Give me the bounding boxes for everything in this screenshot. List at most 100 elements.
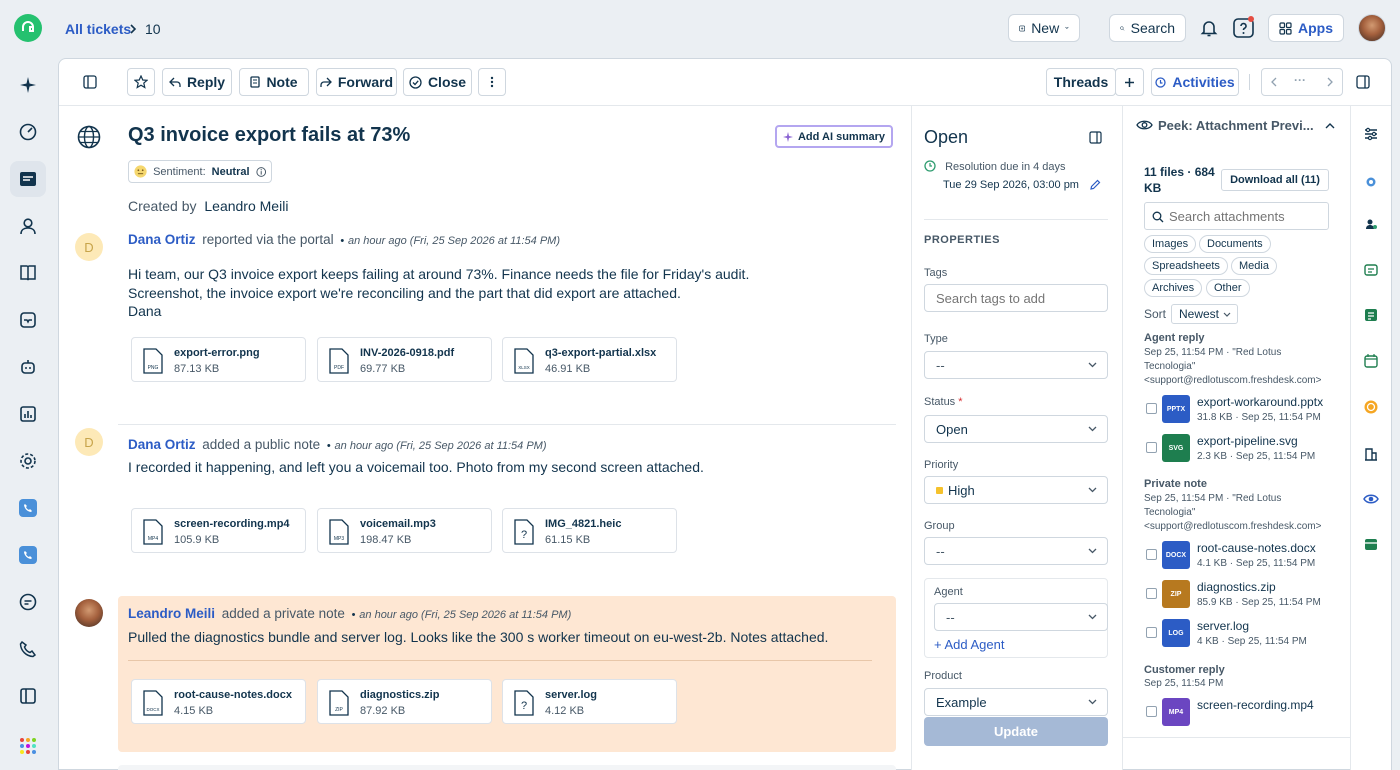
attachment-search-input[interactable] xyxy=(1169,207,1324,225)
collapse-peek-icon[interactable] xyxy=(1325,122,1335,129)
nav-analytics-icon[interactable] xyxy=(10,396,46,432)
author-name[interactable]: Dana Ortiz xyxy=(128,437,196,452)
ai-summary-button[interactable]: Add AI summary xyxy=(775,125,893,148)
rail-coin-icon[interactable] xyxy=(1363,399,1379,415)
attachment-card[interactable]: PNG export-error.png 87.13 KB xyxy=(131,337,306,382)
search-button[interactable]: Search xyxy=(1109,14,1186,42)
attachment-card[interactable]: ? server.log 4.12 KB xyxy=(502,679,677,724)
attachment-card[interactable]: MP3 voicemail.mp3 198.47 KB xyxy=(317,508,492,553)
tags-input[interactable] xyxy=(924,284,1108,312)
attachment-card[interactable]: DOCX root-cause-notes.docx 4.15 KB xyxy=(131,679,306,724)
filter-chip-media[interactable]: Media xyxy=(1231,257,1277,275)
unknown-file-icon: ? xyxy=(514,519,534,545)
file-checkbox[interactable] xyxy=(1146,549,1157,560)
group-label: Group xyxy=(924,520,955,532)
nav-chat-icon[interactable] xyxy=(10,584,46,620)
freshdesk-logo[interactable] xyxy=(14,14,42,42)
rail-building-icon[interactable] xyxy=(1363,446,1379,462)
product-select[interactable]: Example xyxy=(924,688,1108,716)
file-checkbox[interactable] xyxy=(1146,442,1157,453)
nav-dashboard-icon[interactable] xyxy=(10,114,46,150)
forward-button[interactable]: Forward xyxy=(316,68,397,96)
info-icon[interactable] xyxy=(255,166,266,178)
nav-freshworks-grid-icon[interactable] xyxy=(10,728,46,764)
add-thread-button[interactable] xyxy=(1115,68,1144,96)
agent-select[interactable]: -- xyxy=(934,603,1108,631)
note-button[interactable]: Note xyxy=(239,68,309,96)
file-name[interactable]: diagnostics.zip xyxy=(1197,580,1327,594)
file-checkbox[interactable] xyxy=(1146,403,1157,414)
attachment-card[interactable]: ? IMG_4821.heic 61.15 KB xyxy=(502,508,677,553)
nav-app-call-icon[interactable] xyxy=(10,537,46,573)
collapse-sidebar-icon[interactable] xyxy=(83,75,97,89)
user-avatar[interactable] xyxy=(1358,14,1386,42)
reply-button[interactable]: Reply xyxy=(162,68,232,96)
edit-due-date-icon[interactable] xyxy=(1089,179,1101,191)
activities-button[interactable]: Activities xyxy=(1151,68,1239,96)
attachment-card[interactable]: XLSX q3-export-partial.xlsx 46.91 KB xyxy=(502,337,677,382)
rail-contact-icon[interactable] xyxy=(1363,216,1379,232)
rail-timeline-icon[interactable] xyxy=(1363,307,1379,323)
help-icon[interactable] xyxy=(1232,16,1256,40)
file-name[interactable]: root-cause-notes.docx xyxy=(1197,541,1327,555)
rail-tickets-icon[interactable] xyxy=(1363,262,1379,278)
sort-select[interactable]: Newest xyxy=(1171,304,1238,324)
nav-contacts-icon[interactable] xyxy=(10,208,46,244)
attachment-card[interactable]: ZIP diagnostics.zip 87.92 KB xyxy=(317,679,492,724)
attachment-search[interactable] xyxy=(1144,202,1329,230)
pager-dots[interactable]: ··· xyxy=(1294,73,1306,87)
svg-file-badge: SVG xyxy=(1162,434,1190,462)
filter-chip-spreadsheets[interactable]: Spreadsheets xyxy=(1144,257,1228,275)
filter-chip-archives[interactable]: Archives xyxy=(1144,279,1203,297)
file-checkbox[interactable] xyxy=(1146,706,1157,717)
nav-panel-toggle-icon[interactable] xyxy=(10,678,46,714)
download-all-button[interactable]: Download all (11) xyxy=(1221,169,1329,191)
nav-app-phone-icon[interactable] xyxy=(10,490,46,526)
new-button[interactable]: New xyxy=(1008,14,1080,42)
nav-ai-sparkle-icon[interactable] xyxy=(10,67,46,103)
author-name[interactable]: Leandro Meili xyxy=(128,606,215,621)
priority-select[interactable]: High xyxy=(924,476,1108,504)
plus-icon xyxy=(1125,77,1134,87)
file-name[interactable]: server.log xyxy=(1197,619,1327,633)
threads-button[interactable]: Threads xyxy=(1046,68,1116,96)
rail-filters-icon[interactable] xyxy=(1363,126,1379,142)
rail-archive-icon[interactable] xyxy=(1363,536,1379,552)
file-name[interactable]: export-pipeline.svg xyxy=(1197,434,1327,448)
file-checkbox[interactable] xyxy=(1146,588,1157,599)
nav-phone-icon[interactable] xyxy=(10,631,46,667)
type-select[interactable]: -- xyxy=(924,351,1108,379)
filter-chip-images[interactable]: Images xyxy=(1144,235,1197,253)
collapse-properties-icon[interactable] xyxy=(1089,131,1102,144)
add-agent-link[interactable]: + Add Agent xyxy=(934,637,1004,652)
next-ticket-icon[interactable] xyxy=(1326,77,1334,87)
filter-chip-documents[interactable]: Documents xyxy=(1199,235,1271,253)
toggle-right-panel-icon[interactable] xyxy=(1356,75,1370,89)
close-button[interactable]: Close xyxy=(403,68,472,96)
more-actions-button[interactable] xyxy=(478,68,506,96)
created-by-name[interactable]: Leandro Meili xyxy=(204,198,288,214)
group-select[interactable]: -- xyxy=(924,537,1108,565)
prev-ticket-icon[interactable] xyxy=(1270,77,1278,87)
nav-knowledge-book-icon[interactable] xyxy=(10,255,46,291)
apps-button[interactable]: Apps xyxy=(1268,14,1344,42)
breadcrumb-all-tickets[interactable]: All tickets xyxy=(65,21,131,37)
file-name[interactable]: screen-recording.mp4 xyxy=(1197,698,1327,712)
attachment-card[interactable]: PDF INV-2026-0918.pdf 69.77 KB xyxy=(317,337,492,382)
nav-inbox-icon[interactable] xyxy=(10,302,46,338)
author-name[interactable]: Dana Ortiz xyxy=(128,232,196,247)
file-name[interactable]: export-workaround.pptx xyxy=(1197,395,1327,409)
filter-chip-other[interactable]: Other xyxy=(1206,279,1250,297)
nav-settings-gear-icon[interactable] xyxy=(10,443,46,479)
rail-app-globe-icon[interactable] xyxy=(1363,174,1379,190)
star-button[interactable] xyxy=(127,68,155,96)
status-select[interactable]: Open xyxy=(924,415,1108,443)
bell-icon[interactable] xyxy=(1199,18,1219,38)
nav-bot-icon[interactable] xyxy=(10,349,46,385)
attachment-card[interactable]: MP4 screen-recording.mp4 105.9 KB xyxy=(131,508,306,553)
rail-calendar-icon[interactable] xyxy=(1363,353,1379,369)
file-checkbox[interactable] xyxy=(1146,627,1157,638)
rail-peek-eye-icon[interactable] xyxy=(1363,491,1379,507)
nav-tickets-icon[interactable] xyxy=(10,161,46,197)
update-button[interactable]: Update xyxy=(924,717,1108,746)
